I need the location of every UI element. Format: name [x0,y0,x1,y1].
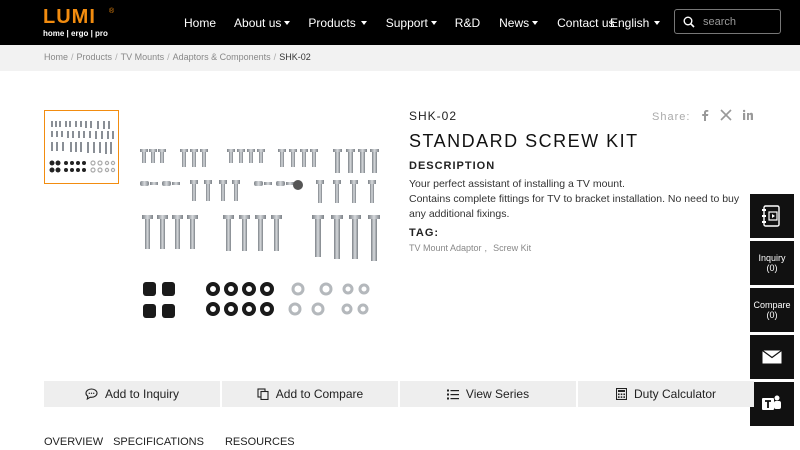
product-thumbnail[interactable] [44,110,119,184]
nav-about-us[interactable]: About us [234,16,291,30]
breadcrumb-bar: Home / Products / TV Mounts / Adaptors & Co… [0,45,800,71]
site-header: LUMI ® home | ergo | pro Home About us P… [0,0,800,45]
teams-button[interactable] [750,382,794,426]
product-main-image[interactable] [130,135,395,330]
product-title: STANDARD SCREW KIT [409,131,639,151]
screw-kit-image [140,149,380,318]
nav-products[interactable]: Products [308,16,367,30]
compare-icon [257,388,269,400]
view-series-button[interactable]: View Series [400,381,576,407]
product-tabs: OVERVIEW SPECIFICATIONS RESOURCES [44,436,295,448]
breadcrumb: Home / Products / TV Mounts / Adaptors & Co… [44,52,311,62]
add-to-compare-button[interactable]: Add to Compare [222,381,398,407]
list-icon [446,389,459,399]
compare-label: Compare [753,300,791,310]
nav-rnd[interactable]: R&D [455,16,480,30]
tab-specifications[interactable]: SPECIFICATIONS [113,436,204,448]
search-box[interactable] [674,9,781,34]
caret-down-icon [360,20,367,25]
breadcrumb-adaptors[interactable]: Adaptors & Components [173,52,271,62]
caret-down-icon [430,20,437,25]
calculator-icon [615,388,627,400]
mail-button[interactable] [750,335,794,379]
inquiry-label: Inquiry [758,253,786,263]
compare-count: (0) [766,310,778,320]
share-label: Share: [652,110,691,123]
logo-registered-mark: ® [109,8,115,15]
breadcrumb-tv-mounts[interactable]: TV Mounts [121,52,165,62]
x-icon[interactable] [720,109,732,124]
catalog-button[interactable] [750,194,794,238]
search-input[interactable] [703,15,773,28]
breadcrumb-current: SHK-02 [279,52,311,62]
duty-calculator-button[interactable]: Duty Calculator [578,381,754,407]
compare-button[interactable]: Compare (0) [750,288,794,332]
product-description: Your perfect assistant of installing a T… [409,177,749,222]
main-nav: Home About us Products Support R&D News … [184,0,633,45]
logo-text: LUMI [43,6,96,28]
action-buttons: Add to Inquiry Add to Compare View Serie… [44,381,756,407]
tag-tv-mount-adaptor[interactable]: TV Mount Adaptor [409,243,482,253]
tab-resources[interactable]: RESOURCES [225,436,295,448]
caret-down-icon [532,20,539,25]
lumi-logo[interactable]: LUMI ® home | ergo | pro [43,6,118,40]
share-bar: Share: [652,109,754,124]
search-icon[interactable] [683,16,695,28]
nav-home[interactable]: Home [184,16,216,30]
language-selector[interactable]: English [610,0,661,45]
tag-heading: TAG: [409,227,440,239]
caret-down-icon [284,20,291,25]
tag-screw-kit[interactable]: Screw Kit [493,243,531,253]
duty-calculator-label: Duty Calculator [633,387,717,401]
chat-icon [85,388,98,400]
linkedin-icon[interactable] [742,109,754,124]
breadcrumb-home[interactable]: Home [44,52,68,62]
nav-news[interactable]: News [499,16,539,30]
description-line: Contains complete fittings for TV to bra… [409,193,740,220]
breadcrumb-products[interactable]: Products [77,52,113,62]
add-to-inquiry-button[interactable]: Add to Inquiry [44,381,220,407]
logo-tagline: home | ergo | pro [43,29,108,38]
view-series-label: View Series [465,387,530,401]
facebook-icon[interactable] [700,109,710,124]
teams-icon [762,395,781,410]
tab-overview[interactable]: OVERVIEW [44,436,103,448]
nav-support[interactable]: Support [386,16,437,30]
inquiry-button[interactable]: Inquiry (0) [750,241,794,285]
inquiry-count: (0) [766,263,778,273]
add-to-compare-label: Add to Compare [275,387,364,401]
caret-down-icon [654,20,661,25]
nav-contact-us[interactable]: Contact us [557,16,614,30]
mail-icon [762,350,782,364]
product-sku: SHK-02 [409,109,458,123]
description-heading: DESCRIPTION [409,160,496,172]
catalog-icon [762,205,780,227]
thumbnail-image [49,121,116,173]
add-to-inquiry-label: Add to Inquiry [104,387,180,401]
tag-list: TV Mount Adaptor, Screw Kit [409,243,532,253]
description-line: Your perfect assistant of installing a T… [409,178,625,190]
